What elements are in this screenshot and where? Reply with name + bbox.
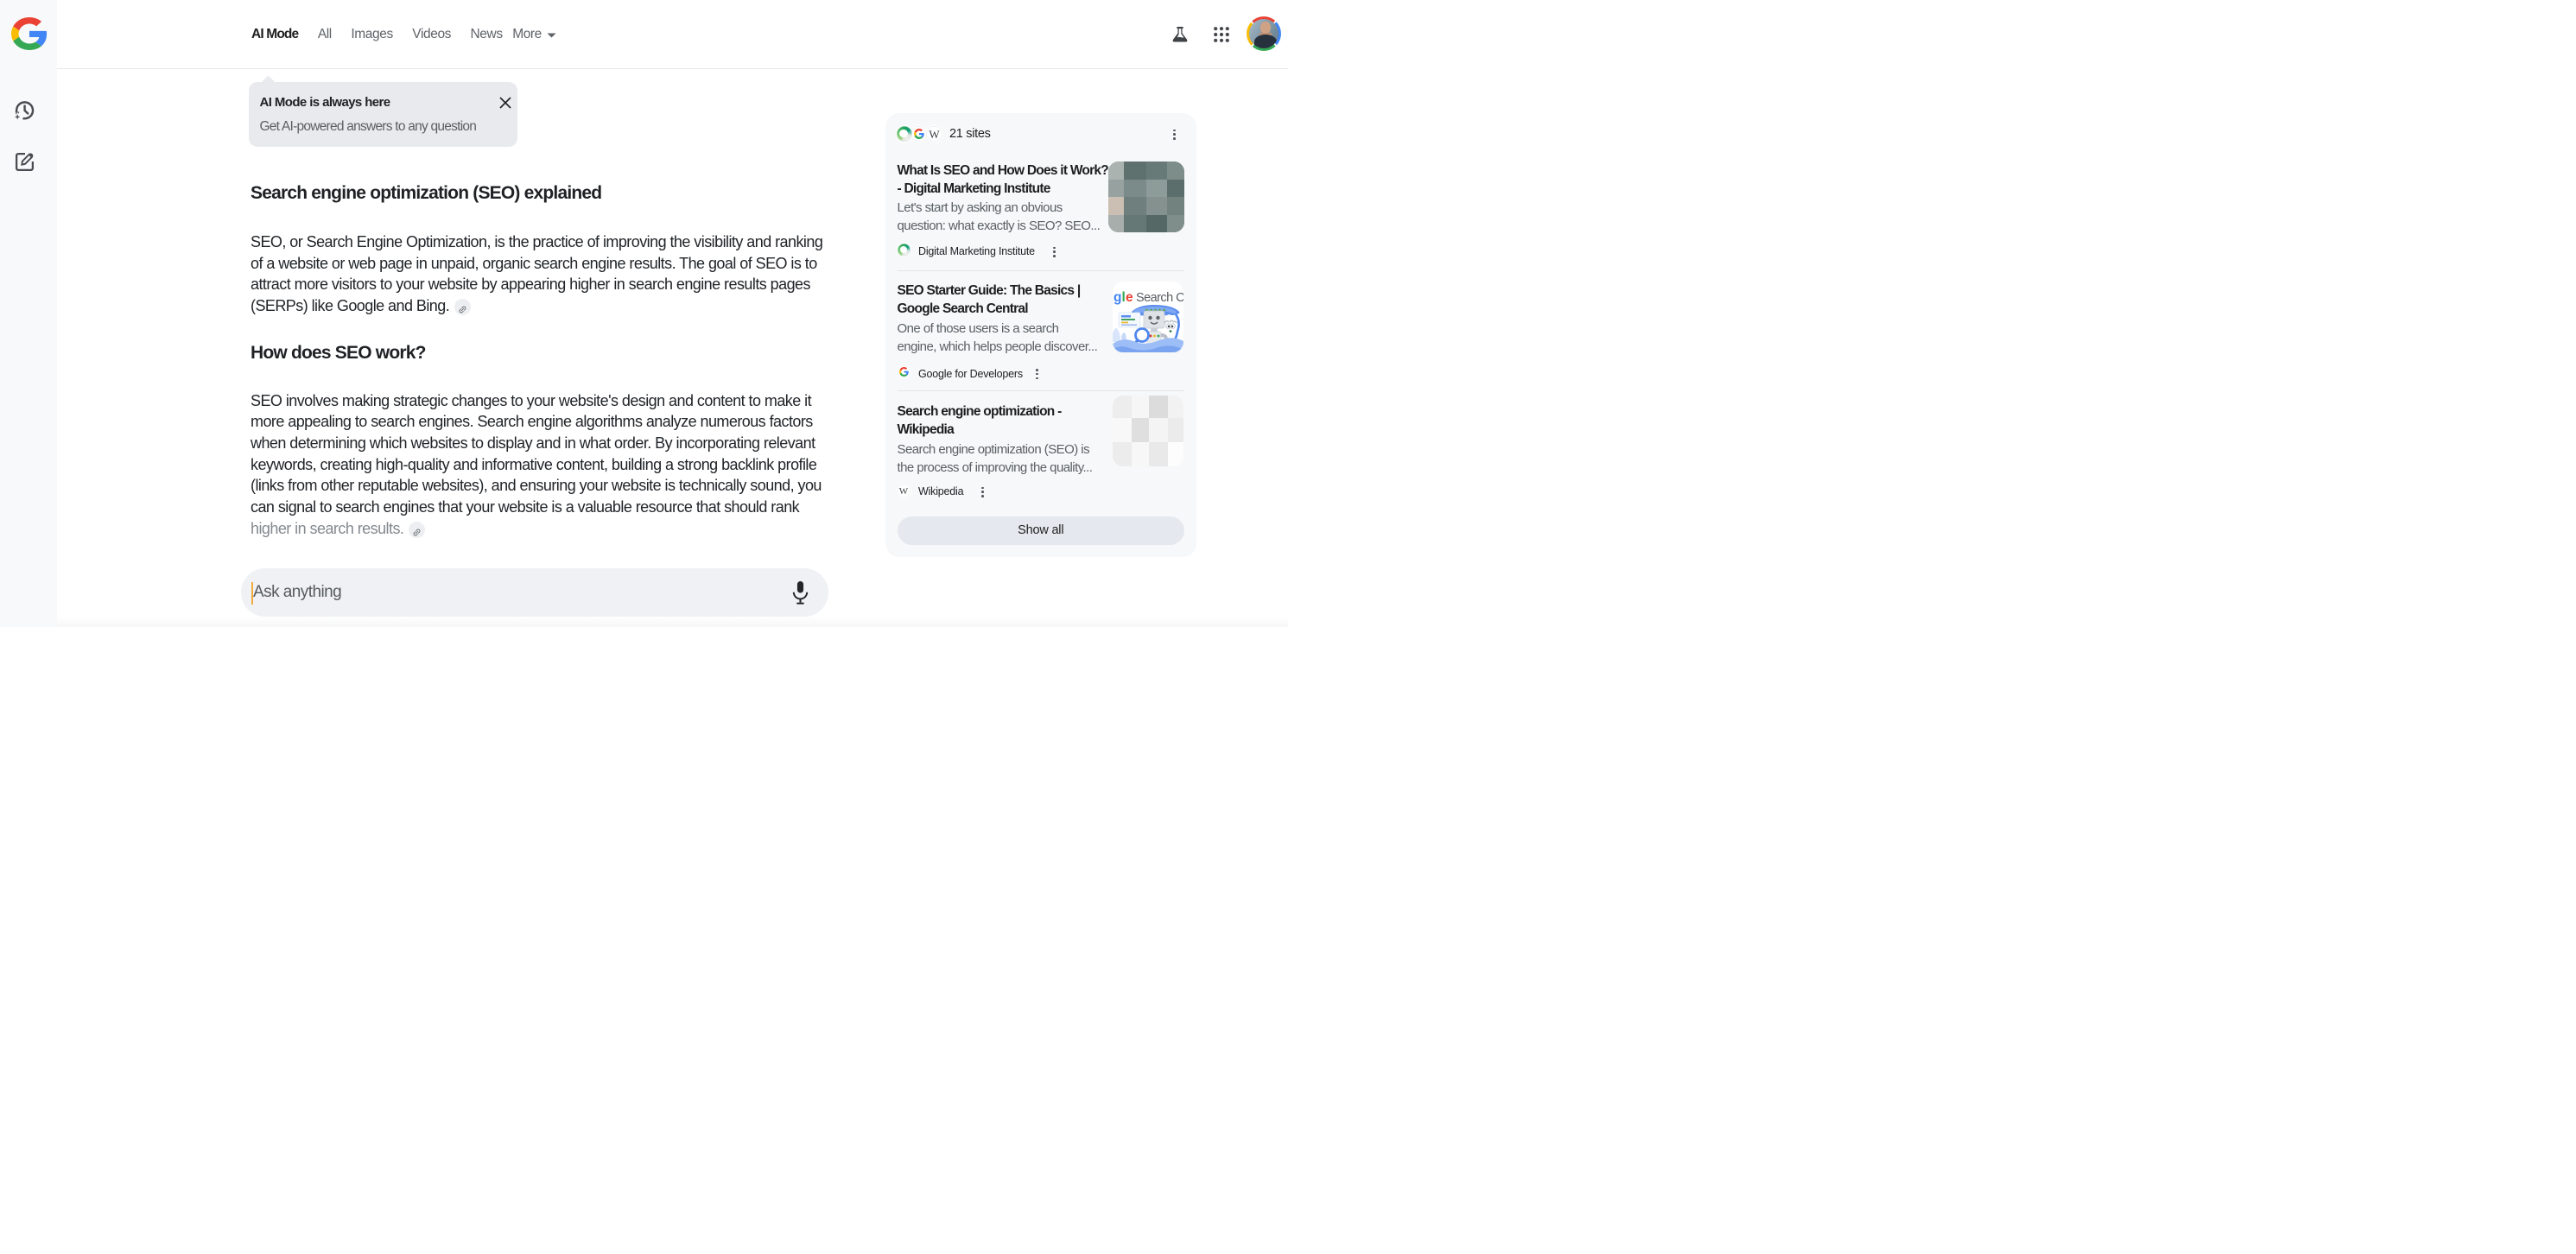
svg-text:Search Cer: Search Cer bbox=[1136, 291, 1183, 305]
svg-text:g: g bbox=[1114, 290, 1121, 305]
svg-text:e: e bbox=[1126, 290, 1133, 305]
